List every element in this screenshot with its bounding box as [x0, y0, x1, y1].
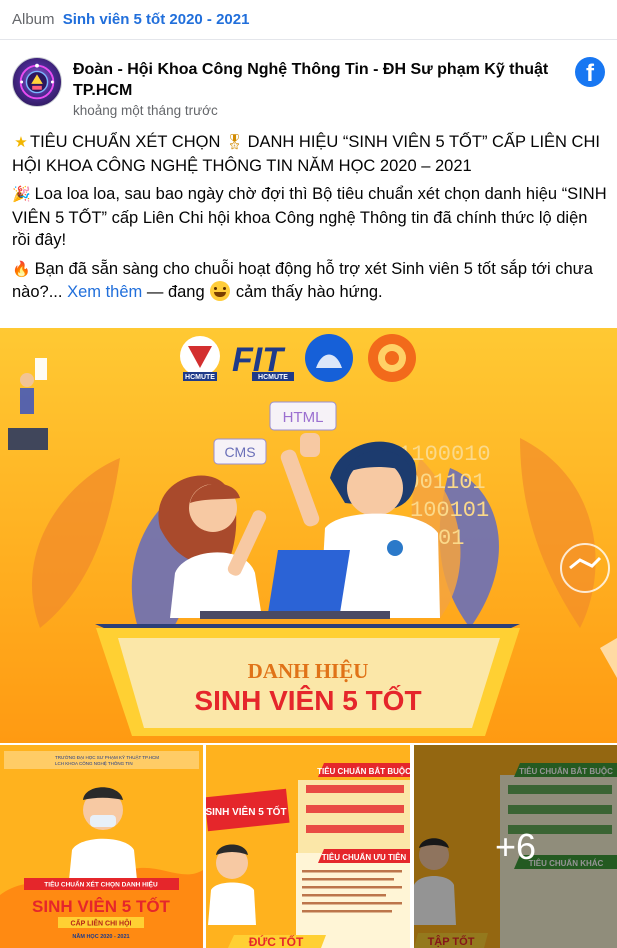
photo-thumbnails: TRƯỜNG ĐẠI HỌC SƯ PHẠM KỸ THUẬT TP.HCM L… — [0, 745, 617, 948]
left-figures — [8, 358, 48, 450]
party-popper-icon: 🎉 — [12, 186, 31, 203]
logo-hcmute-text: HCMUTE — [185, 374, 215, 381]
main-post-photo[interactable]: HCMUTE FIT HCMUTE HTML CMS 01100010 1000… — [0, 328, 617, 743]
post-timestamp[interactable]: khoảng một tháng trước — [73, 103, 218, 118]
album-title-link[interactable]: Sinh viên 5 tốt 2020 - 2021 — [63, 11, 250, 28]
star-icon: ★ — [14, 134, 28, 151]
facebook-glyph: f — [586, 60, 594, 87]
thumbnail-1[interactable]: TRƯỜNG ĐẠI HỌC SƯ PHẠM KỸ THUẬT TP.HCM L… — [0, 745, 203, 948]
feeling-text: cảm thấy hào hứng. — [235, 283, 383, 301]
banner-line-2: SINH VIÊN 5 TỐT — [194, 684, 421, 716]
more-photos-count[interactable]: +6 — [414, 745, 617, 948]
album-breadcrumb: Album Sinh viên 5 tốt 2020 - 2021 — [0, 0, 617, 40]
thumbnail-1-image: TRƯỜNG ĐẠI HỌC SƯ PHẠM KỸ THUẬT TP.HCM L… — [0, 745, 203, 948]
album-prefix: Album — [12, 11, 55, 28]
banner-line-1: DANH HIỆU — [248, 659, 369, 683]
post-body: ★ TIÊU CHUẨN XÉT CHỌN 🎖 DANH HIỆU “SINH V… — [12, 131, 608, 310]
binary-line-3: 100101 — [410, 498, 489, 523]
thumb2-title-mid: TIÊU CHUẨN ƯU TIÊN — [322, 853, 407, 862]
thumb1-year: NĂM HỌC 2020 - 2021 — [72, 933, 129, 940]
tag-html: HTML — [283, 409, 324, 426]
thumb1-header: TRƯỜNG ĐẠI HỌC SƯ PHẠM KỸ THUẬT TP.HCM — [55, 754, 159, 760]
page-name-link[interactable]: Đoàn - Hội Khoa Công Nghệ Thông Tin - ĐH… — [73, 59, 563, 101]
post-paragraph-2: Loa loa loa, sau bao ngày chờ đợi thì Bộ… — [12, 185, 607, 249]
thumbnail-2-image: TIÊU CHUẨN BẮT BUỘC TIÊU CHUẨN ƯU TIÊN S… — [206, 745, 410, 948]
post-paragraph: ★ TIÊU CHUẨN XÉT CHỌN 🎖 DANH HIỆU “SINH V… — [12, 131, 608, 177]
logo-hcmute2-text: HCMUTE — [258, 374, 288, 381]
medal-icon: 🎖 — [224, 134, 245, 151]
thumb2-side: SINH VIÊN 5 TỐT — [206, 804, 287, 818]
post-header: Đoàn - Hội Khoa Công Nghệ Thông Tin - ĐH… — [12, 55, 607, 118]
thumbnail-2[interactable]: TIÊU CHUẨN BẮT BUỘC TIÊU CHUẨN ƯU TIÊN S… — [206, 745, 410, 948]
thumbnail-3[interactable]: TIÊU CHUẨN BẮT BUỘC TIÊU CHUẨN KHÁC TẬP … — [414, 745, 617, 948]
post-paragraph: 🔥 Bạn đã sẵn sàng cho chuỗi hoạt động hỗ… — [12, 258, 608, 304]
grinning-face-icon — [210, 281, 231, 301]
thumb1-ribbon: TIÊU CHUẨN XÉT CHỌN DANH HIỆU — [44, 880, 158, 889]
post-paragraph-1a: TIÊU CHUẨN XÉT CHỌN — [30, 133, 221, 151]
thumb1-subheader: LCH KHOA CÔNG NGHỆ THÔNG TIN — [55, 759, 133, 766]
tag-cms: CMS — [224, 444, 255, 460]
logos-row: HCMUTE FIT HCMUTE — [180, 334, 416, 382]
main-photo-illustration: HCMUTE FIT HCMUTE HTML CMS 01100010 1000… — [8, 334, 617, 736]
page-avatar[interactable] — [12, 57, 62, 107]
see-more-link[interactable]: Xem thêm — [67, 283, 142, 301]
thumb1-title: SINH VIÊN 5 TỐT — [32, 896, 171, 916]
feeling-prefix: — đang — [146, 283, 205, 301]
woman-figure — [158, 475, 267, 618]
facebook-icon[interactable]: f — [575, 57, 605, 87]
fire-icon: 🔥 — [12, 260, 31, 278]
post-paragraph: 🎉 Loa loa loa, sau bao ngày chờ đợi thì … — [12, 183, 608, 252]
thumb2-title-top: TIÊU CHUẨN BẮT BUỘC — [317, 767, 410, 776]
thumb2-bottom: ĐỨC TỐT — [249, 934, 304, 948]
